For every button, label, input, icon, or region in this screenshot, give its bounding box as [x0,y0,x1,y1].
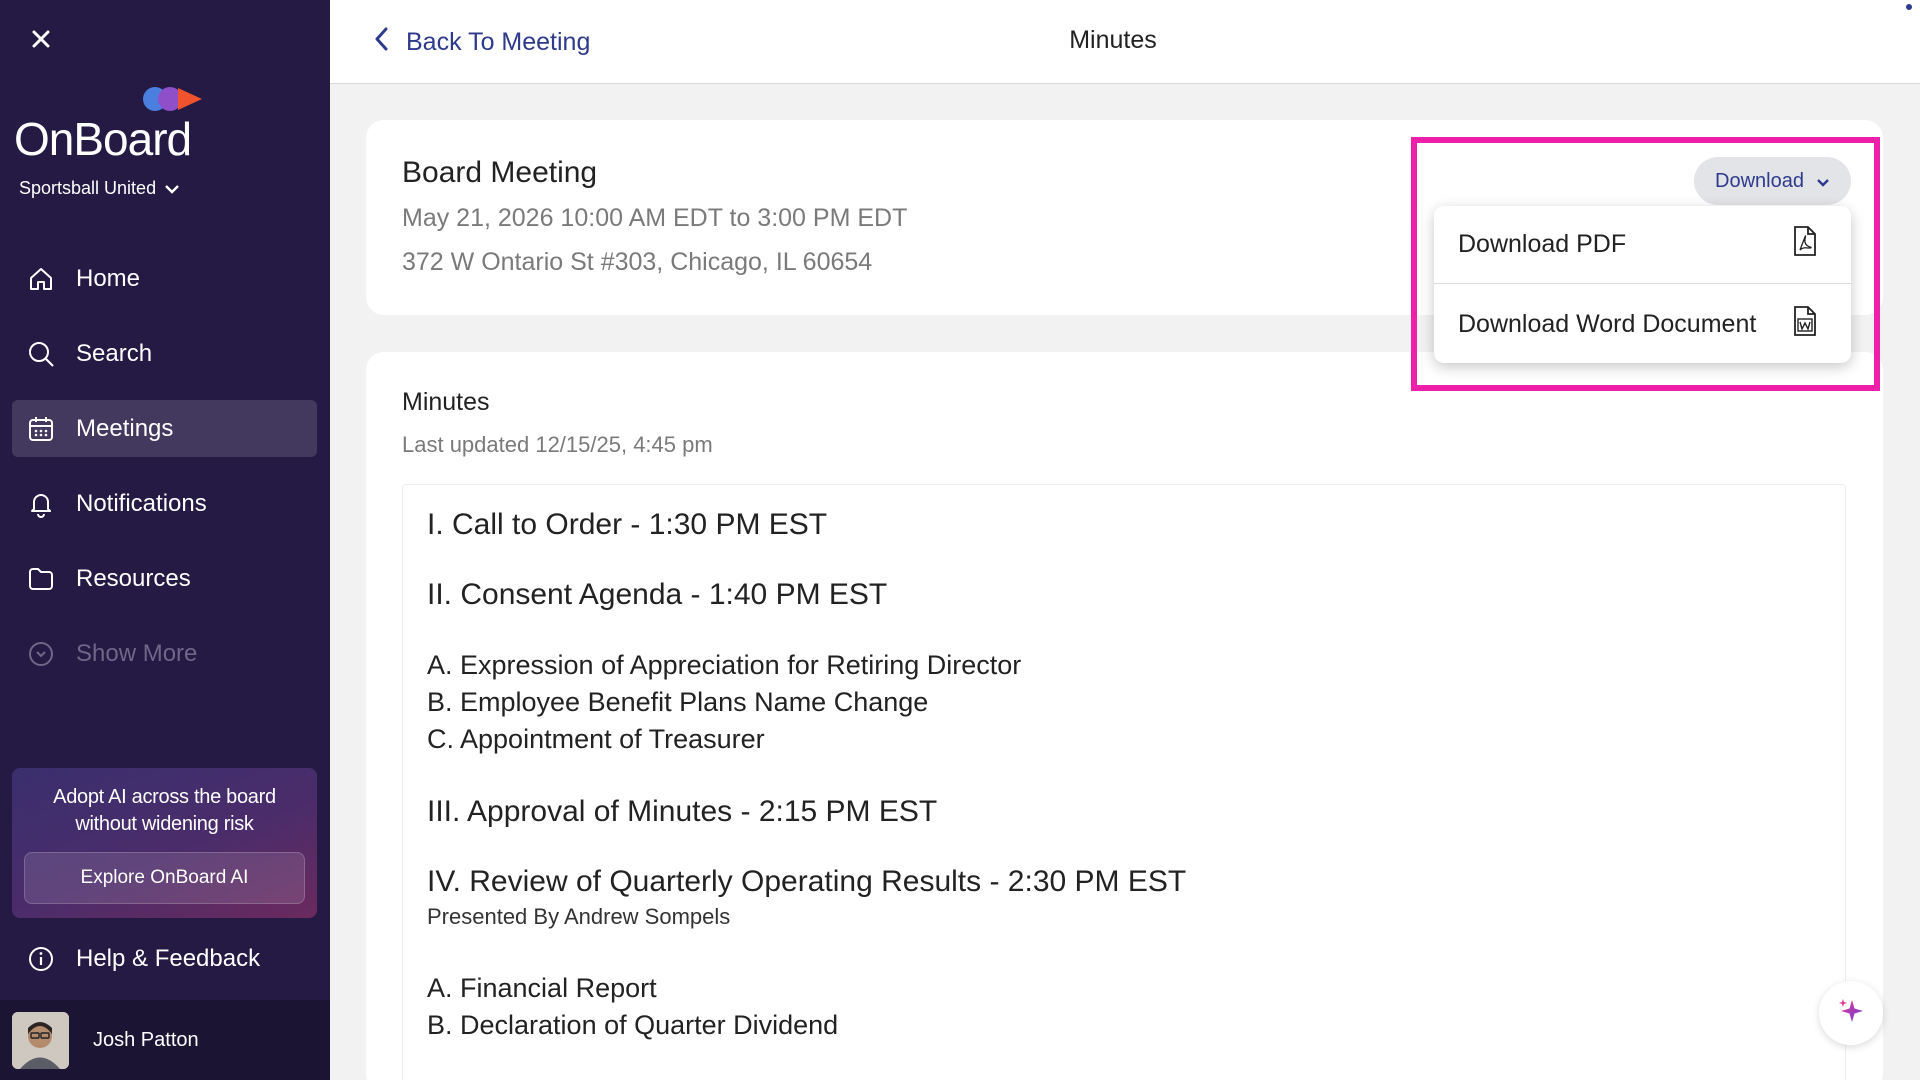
list-item: B. Declaration of Quarter Dividend [427,1010,839,1040]
minutes-heading: Minutes [402,388,490,416]
help-feedback-link[interactable]: Help & Feedback [12,930,317,987]
sidebar-item-resources[interactable]: Resources [12,550,317,607]
meeting-title: Board Meeting [402,156,598,189]
info-icon [26,944,56,974]
status-dot [1906,4,1912,10]
onboard-logo-icon [142,86,208,112]
explore-ai-button[interactable]: Explore OnBoard AI [24,852,305,904]
avatar [12,1011,69,1069]
brand-name: OnBoard [14,113,192,165]
sidebar-item-home[interactable]: Home [12,250,317,307]
agenda-heading: IV. Review of Quarterly Operating Result… [427,865,1187,898]
highlight-box [1411,137,1880,391]
sidebar-item-notifications[interactable]: Notifications [12,475,317,532]
bell-icon [26,489,56,519]
sidebar-item-label: Resources [76,564,191,592]
sparkle-icon [1836,996,1866,1031]
home-icon [26,264,56,294]
calendar-icon [26,414,56,444]
chevron-circle-icon [26,639,56,669]
list-item: B. Employee Benefit Plans Name Change [427,687,929,717]
sidebar-item-label: Notifications [76,489,207,517]
list-item: A. Financial Report [427,973,657,1003]
meeting-date: May 21, 2026 10:00 AM EDT to 3:00 PM EDT [402,204,908,232]
sidebar-item-show-more[interactable]: Show More [12,625,317,682]
agenda-heading: I. Call to Order - 1:30 PM EST [427,508,828,541]
user-profile[interactable]: Josh Patton [0,1000,330,1080]
sidebar-item-label: Meetings [76,414,174,442]
ai-assistant-button[interactable] [1819,981,1883,1045]
chevron-down-icon [164,178,180,199]
sidebar-item-meetings[interactable]: Meetings [12,400,317,457]
sidebar-item-label: Home [76,264,141,292]
minutes-card: Minutes Last updated 12/15/25, 4:45 pm I… [366,352,1883,1080]
promo-text: Adopt AI across the board without wideni… [53,786,276,835]
org-name: Sportsball United [19,178,157,198]
agenda-heading: III. Approval of Minutes - 2:15 PM EST [427,795,938,828]
meeting-location: 372 W Ontario St #303, Chicago, IL 60654 [402,248,873,276]
top-bar: Back To Meeting Minutes [330,0,1920,84]
list-item: C. Appointment of Treasurer [427,724,765,754]
page-title: Minutes [1069,26,1157,54]
close-icon[interactable] [26,24,56,54]
ai-promo-card: Adopt AI across the board without wideni… [12,768,317,918]
sidebar-item-label: Show More [76,639,198,667]
minutes-document: I. Call to Order - 1:30 PM EST II. Conse… [402,484,1846,1080]
review-list: A. Financial Report B. Declaration of Qu… [427,970,1821,1044]
sidebar: OnBoard Sportsball United Home Search Me… [0,0,330,1080]
last-updated: Last updated 12/15/25, 4:45 pm [402,432,713,457]
sidebar-item-label: Search [76,339,153,367]
folder-icon [26,564,56,594]
sidebar-nav: Home Search Meetings Notifications Resou… [12,250,317,700]
presenter: Presented By Andrew Sompels [427,904,731,929]
consent-list: A. Expression of Appreciation for Retiri… [427,647,1821,758]
search-icon [26,339,56,369]
org-switcher[interactable]: Sportsball United [19,178,180,199]
list-item: A. Expression of Appreciation for Retiri… [427,650,1022,680]
user-name: Josh Patton [93,1028,199,1051]
sidebar-item-search[interactable]: Search [12,325,317,382]
help-label: Help & Feedback [76,944,261,972]
agenda-heading: II. Consent Agenda - 1:40 PM EST [427,578,888,611]
